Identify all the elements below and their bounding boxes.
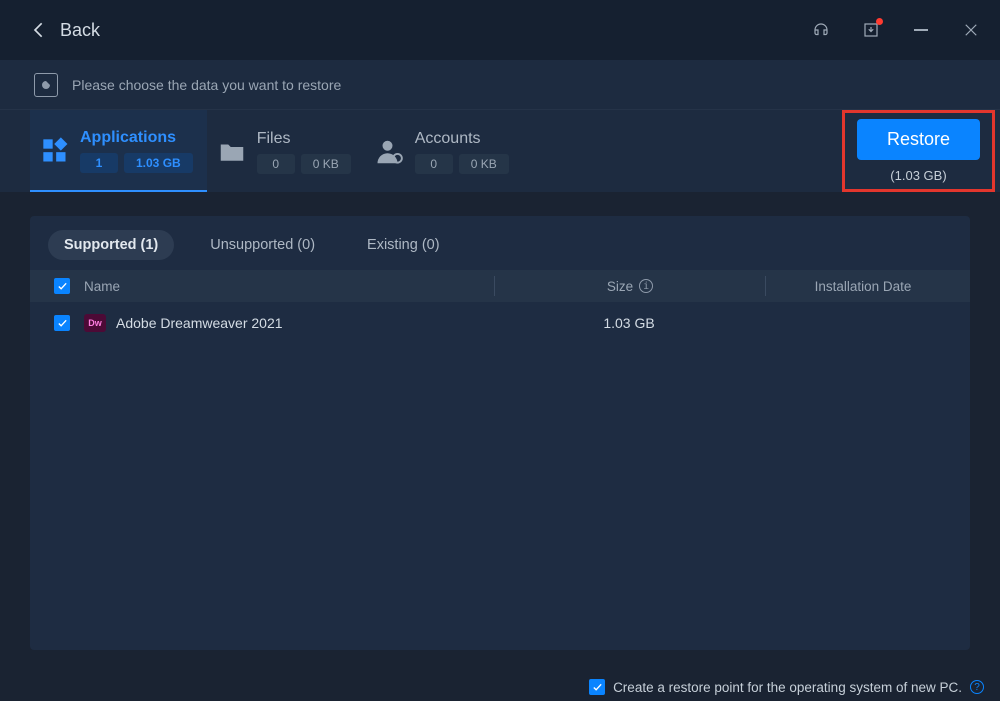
subheader: Please choose the data you want to resto…	[0, 60, 1000, 110]
tab-applications-title: Applications	[80, 129, 193, 147]
column-size[interactable]: Size i	[495, 279, 765, 294]
subheader-text: Please choose the data you want to resto…	[72, 77, 341, 93]
restore-highlight-box: Restore (1.03 GB)	[842, 110, 995, 192]
back-label: Back	[60, 20, 100, 41]
filter-supported[interactable]: Supported (1)	[48, 230, 174, 260]
column-installation-date[interactable]: Installation Date	[766, 279, 960, 294]
table-header: Name Size i Installation Date	[30, 270, 970, 302]
minimize-button[interactable]	[912, 21, 930, 39]
row-name: Adobe Dreamweaver 2021	[116, 315, 283, 331]
row-size: 1.03 GB	[494, 315, 764, 331]
column-size-label: Size	[607, 279, 633, 294]
restore-point-label: Create a restore point for the operating…	[613, 680, 962, 695]
help-icon[interactable]: ?	[970, 680, 984, 694]
filter-tabs: Supported (1) Unsupported (0) Existing (…	[30, 216, 970, 270]
tab-applications[interactable]: Applications 1 1.03 GB	[30, 110, 207, 192]
tab-accounts[interactable]: Accounts 0 0 KB	[365, 110, 523, 192]
tab-files-title: Files	[257, 130, 351, 148]
restore-button[interactable]: Restore	[857, 119, 980, 160]
tab-files[interactable]: Files 0 0 KB	[207, 110, 365, 192]
footer: Create a restore point for the operating…	[589, 679, 984, 695]
close-button[interactable]	[962, 21, 980, 39]
filter-existing[interactable]: Existing (0)	[351, 230, 456, 260]
applications-icon	[40, 136, 70, 166]
dreamweaver-icon: Dw	[84, 314, 106, 332]
window-controls	[812, 21, 980, 39]
row-checkbox[interactable]	[54, 315, 70, 331]
filter-unsupported[interactable]: Unsupported (0)	[194, 230, 331, 260]
accounts-size: 0 KB	[459, 154, 509, 174]
restore-button-label: Restore	[887, 129, 950, 149]
select-all-checkbox[interactable]	[54, 278, 70, 294]
files-icon	[217, 137, 247, 167]
download-icon[interactable]	[862, 21, 880, 39]
files-size: 0 KB	[301, 154, 351, 174]
restore-point-checkbox[interactable]	[589, 679, 605, 695]
notification-dot	[876, 18, 883, 25]
back-arrow-icon	[30, 20, 50, 40]
info-icon[interactable]: i	[639, 279, 653, 293]
files-count: 0	[257, 154, 295, 174]
support-icon[interactable]	[812, 21, 830, 39]
titlebar: Back	[0, 0, 1000, 60]
accounts-icon	[375, 137, 405, 167]
restore-size-label: (1.03 GB)	[890, 168, 946, 183]
restore-mode-icon	[34, 73, 58, 97]
back-button[interactable]: Back	[30, 20, 100, 41]
row-name-cell: Dw Adobe Dreamweaver 2021	[84, 314, 494, 332]
applications-count: 1	[80, 153, 118, 173]
tab-accounts-title: Accounts	[415, 130, 509, 148]
table-row[interactable]: Dw Adobe Dreamweaver 2021 1.03 GB	[30, 302, 970, 344]
applications-size: 1.03 GB	[124, 153, 193, 173]
main-table-area: Supported (1) Unsupported (0) Existing (…	[30, 216, 970, 650]
column-name[interactable]: Name	[84, 279, 494, 294]
accounts-count: 0	[415, 154, 453, 174]
category-row: Applications 1 1.03 GB Files 0 0 KB Acco…	[0, 110, 1000, 192]
